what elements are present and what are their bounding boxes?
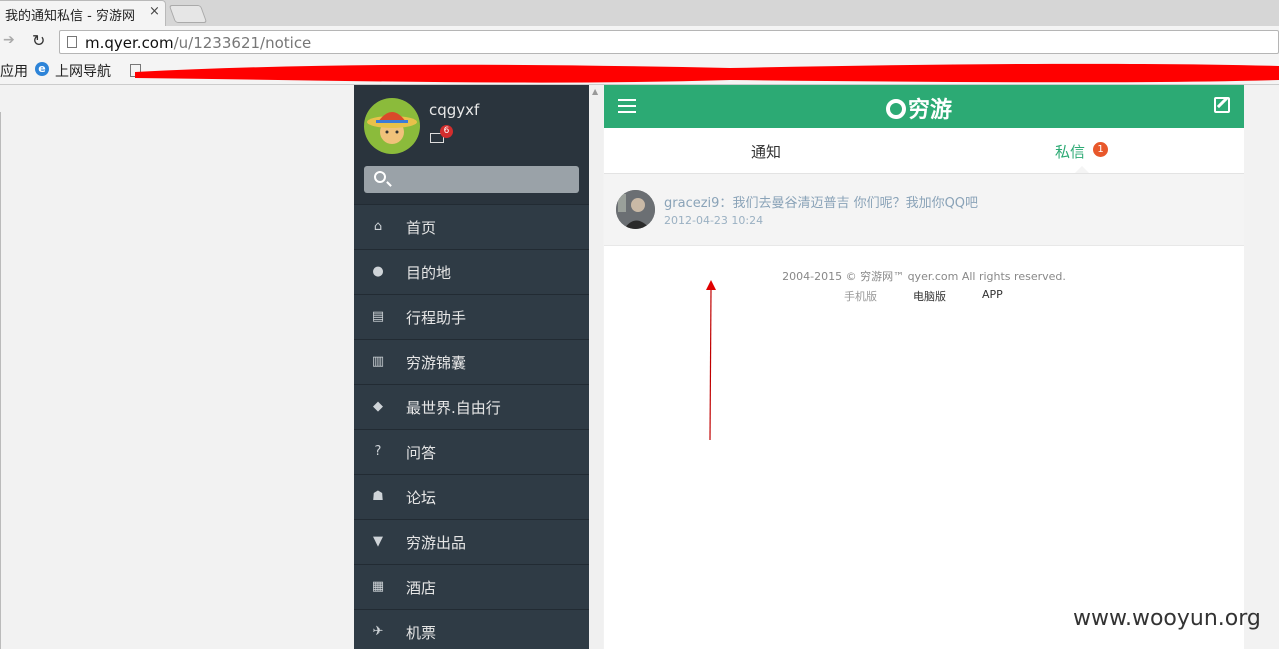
sidebar-item-label: 行程助手	[406, 309, 467, 327]
sidebar-item-forum[interactable]: ☗ 论坛	[354, 474, 589, 519]
footer-link-mobile[interactable]: 手机版	[844, 288, 877, 304]
watermark: www.wooyun.org	[1073, 606, 1261, 631]
hotel-icon: ▦	[371, 579, 385, 594]
sidebar: cqgyxf 6 ⌂ 首页 ● 目的地 ▤ 行程助手 ▥ 穷游锦囊 ◆ 最世界.自由行 ?…	[354, 85, 589, 649]
sidebar-item-label: 论坛	[406, 489, 437, 507]
left-border	[0, 112, 1, 649]
sidebar-item-label: 首页	[406, 219, 437, 237]
sidebar-item-label: 问答	[406, 444, 437, 462]
bookmark-web-nav[interactable]: 上网导航	[55, 61, 111, 81]
sidebar-item-trip-planner[interactable]: ▤ 行程助手	[354, 294, 589, 339]
annotation-arrow	[706, 280, 716, 440]
url-host: m.qyer.com	[85, 34, 174, 52]
compose-icon[interactable]	[1214, 97, 1230, 113]
new-tab-button[interactable]	[168, 5, 208, 23]
message-timestamp: 2012-04-23 10:24	[664, 214, 764, 227]
sidebar-item-guidebooks[interactable]: ▥ 穷游锦囊	[354, 339, 589, 384]
home-icon: ⌂	[373, 219, 383, 234]
location-pin-icon: ●	[372, 264, 384, 279]
reload-icon[interactable]: ↻	[32, 31, 45, 50]
sidebar-item-deals[interactable]: ◆ 最世界.自由行	[354, 384, 589, 429]
shirt-icon: ▼	[373, 534, 383, 549]
browser-tab[interactable]: 我的通知私信 - 穷游网 ×	[0, 0, 166, 26]
scroll-up-icon[interactable]: ▲	[592, 87, 598, 96]
mail-count-badge: 6	[440, 125, 453, 138]
scrollbar[interactable]: ▲	[589, 85, 603, 649]
message-separator: ：	[719, 196, 733, 211]
sidebar-item-qa[interactable]: ? 问答	[354, 429, 589, 474]
people-icon: ☗	[372, 489, 384, 504]
sidebar-item-label: 目的地	[406, 264, 452, 282]
tab-messages[interactable]: 私信	[1055, 141, 1085, 162]
ie-icon: e	[35, 62, 49, 76]
airplane-icon: ✈	[372, 624, 384, 639]
sidebar-item-label: 机票	[406, 624, 437, 642]
page-icon	[67, 36, 77, 48]
redaction-scribble	[135, 63, 1279, 83]
forward-icon[interactable]: ➔	[3, 32, 15, 48]
active-tab-pointer	[1075, 166, 1089, 173]
browser-tab-strip: 我的通知私信 - 穷游网 ×	[0, 0, 1279, 26]
username[interactable]: cqgyxf	[429, 101, 479, 119]
sender-avatar[interactable]	[616, 190, 655, 229]
footer-copyright: 2004-2015 © 穷游网™ qyer.com All rights res…	[782, 270, 1066, 283]
list-item[interactable]: gracezi9：我们去曼谷清迈普吉 你们呢？我加你QQ吧 2012-04-23…	[604, 174, 1244, 246]
sidebar-item-destinations[interactable]: ● 目的地	[354, 249, 589, 294]
url-text: m.qyer.com/u/1233621/notice	[85, 34, 311, 52]
question-icon: ?	[374, 444, 382, 459]
sender-name[interactable]: gracezi9	[664, 196, 719, 211]
search-icon	[374, 171, 386, 183]
logo-q-icon	[886, 99, 906, 119]
message-text: 我们去曼谷清迈普吉 你们呢？我加你QQ吧	[732, 196, 979, 211]
search-input[interactable]	[364, 166, 579, 193]
sidebar-item-label: 最世界.自由行	[406, 399, 501, 417]
sidebar-item-merch[interactable]: ▼ 穷游出品	[354, 519, 589, 564]
qyer-logo[interactable]: 穷游	[886, 92, 952, 124]
address-bar[interactable]: m.qyer.com/u/1233621/notice	[59, 30, 1279, 54]
logo-text: 穷游	[908, 98, 953, 123]
footer-link-app[interactable]: APP	[982, 288, 1003, 301]
message-tabs: 通知 私信 1	[604, 128, 1244, 174]
calendar-icon: ▤	[371, 309, 385, 324]
browser-toolbar: ➔ ↻ m.qyer.com/u/1233621/notice	[0, 26, 1279, 58]
message-preview: gracezi9：我们去曼谷清迈普吉 你们呢？我加你QQ吧	[664, 192, 978, 211]
menu-icon[interactable]	[618, 99, 636, 113]
avatar[interactable]	[364, 98, 420, 154]
url-path: /u/1233621/notice	[173, 34, 312, 52]
browser-tab-title: 我的通知私信 - 穷游网	[5, 9, 135, 24]
sidebar-item-label: 穷游锦囊	[406, 354, 467, 372]
tab-notice[interactable]: 通知	[751, 141, 781, 162]
tag-icon: ◆	[373, 399, 383, 414]
messages-count-badge: 1	[1093, 142, 1108, 157]
guidebook-icon: ▥	[371, 354, 385, 369]
sidebar-item-home[interactable]: ⌂ 首页	[354, 204, 589, 249]
app-header: 穷游	[604, 85, 1244, 128]
close-tab-icon[interactable]: ×	[149, 4, 160, 19]
main-page: 穷游 通知 私信 1 gracezi9：我们去曼谷清迈普吉 你们呢？我加你QQ吧…	[604, 85, 1244, 649]
sidebar-item-flights[interactable]: ✈ 机票	[354, 609, 589, 649]
sidebar-item-label: 穷游出品	[406, 534, 467, 552]
bookmark-apps[interactable]: 应用	[0, 61, 28, 81]
profile-panel: cqgyxf 6	[354, 85, 589, 205]
sidebar-item-label: 酒店	[406, 579, 437, 597]
sidebar-menu: ⌂ 首页 ● 目的地 ▤ 行程助手 ▥ 穷游锦囊 ◆ 最世界.自由行 ? 问答 ☗ 论坛 ▼ 穷…	[354, 204, 589, 649]
sidebar-item-hotels[interactable]: ▦ 酒店	[354, 564, 589, 609]
footer-link-desktop[interactable]: 电脑版	[913, 288, 946, 304]
